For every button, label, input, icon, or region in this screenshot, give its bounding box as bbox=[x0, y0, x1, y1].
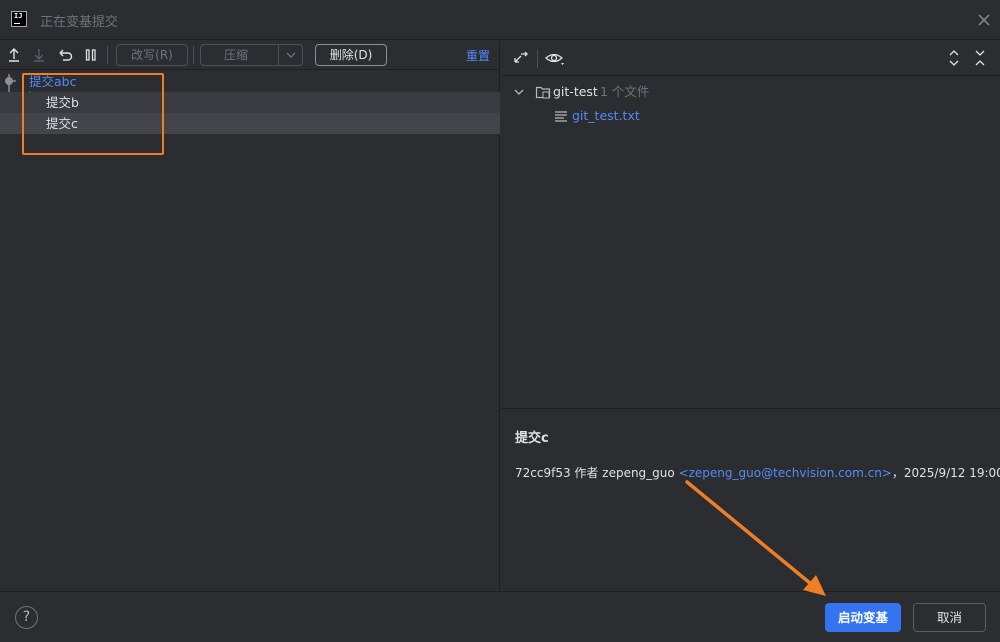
annotation-highlight-box bbox=[22, 73, 164, 155]
drop-button[interactable]: 删除(D) bbox=[315, 44, 387, 66]
undo-icon[interactable] bbox=[55, 45, 75, 65]
commit-details: 提交c 72cc9f53 作者 zepeng_guo <zepeng_guo@t… bbox=[501, 408, 1000, 591]
expand-all-icon[interactable] bbox=[944, 48, 964, 68]
start-rebase-button[interactable]: 启动变基 bbox=[825, 603, 901, 632]
commit-hash[interactable]: 72cc9f53 bbox=[515, 466, 571, 480]
reword-button[interactable]: 改写(R) bbox=[116, 44, 188, 66]
chevron-down-icon[interactable] bbox=[513, 86, 525, 98]
squash-label: 压缩 bbox=[224, 48, 249, 62]
rebase-toolbar: 改写(R) 压缩 删除(D) 重置 bbox=[0, 41, 500, 70]
eye-icon[interactable] bbox=[544, 48, 564, 68]
chevron-down-icon[interactable] bbox=[278, 45, 302, 65]
commit-details-meta: 72cc9f53 作者 zepeng_guo <zepeng_guo@techv… bbox=[515, 464, 1000, 481]
commit-list-pane: 改写(R) 压缩 删除(D) 重置 提交abc 提交b 提交c bbox=[0, 41, 500, 591]
author-name: zepeng_guo bbox=[602, 466, 675, 480]
author-prefix: 作者 bbox=[574, 466, 599, 480]
help-button[interactable]: ? bbox=[15, 606, 38, 629]
text-file-icon bbox=[555, 111, 567, 122]
folder-icon bbox=[535, 86, 551, 99]
tree-root-count: 1 个文件 bbox=[600, 84, 650, 99]
close-icon[interactable] bbox=[974, 10, 994, 30]
reset-link[interactable]: 重置 bbox=[466, 47, 490, 64]
compare-arrows-icon[interactable] bbox=[511, 48, 531, 68]
commit-details-title: 提交c bbox=[515, 431, 549, 446]
move-up-icon[interactable] bbox=[4, 45, 24, 65]
author-email-link[interactable]: <zepeng_guo@techvision.com.cn> bbox=[679, 466, 892, 480]
commit-date: ，2025/9/12 19:00 bbox=[891, 466, 1000, 480]
tree-file-label: git_test.txt bbox=[572, 108, 640, 123]
squash-combo[interactable]: 压缩 bbox=[200, 44, 303, 66]
tree-root-label: git-test bbox=[553, 84, 598, 99]
cancel-button[interactable]: 取消 bbox=[913, 603, 986, 632]
changes-toolbar bbox=[501, 41, 1000, 76]
collapse-all-icon[interactable] bbox=[970, 48, 990, 68]
dialog-footer: ? 启动变基 取消 bbox=[0, 591, 1000, 642]
pause-icon[interactable] bbox=[81, 45, 101, 65]
title-bar: IJ 正在变基提交 bbox=[0, 0, 1000, 40]
window-title: 正在变基提交 bbox=[40, 15, 119, 30]
changes-pane: git-test 1 个文件 git_test.txt 提交c 72cc9f53… bbox=[501, 41, 1000, 591]
move-down-icon[interactable] bbox=[29, 45, 49, 65]
intellij-logo-icon: IJ bbox=[11, 11, 27, 27]
